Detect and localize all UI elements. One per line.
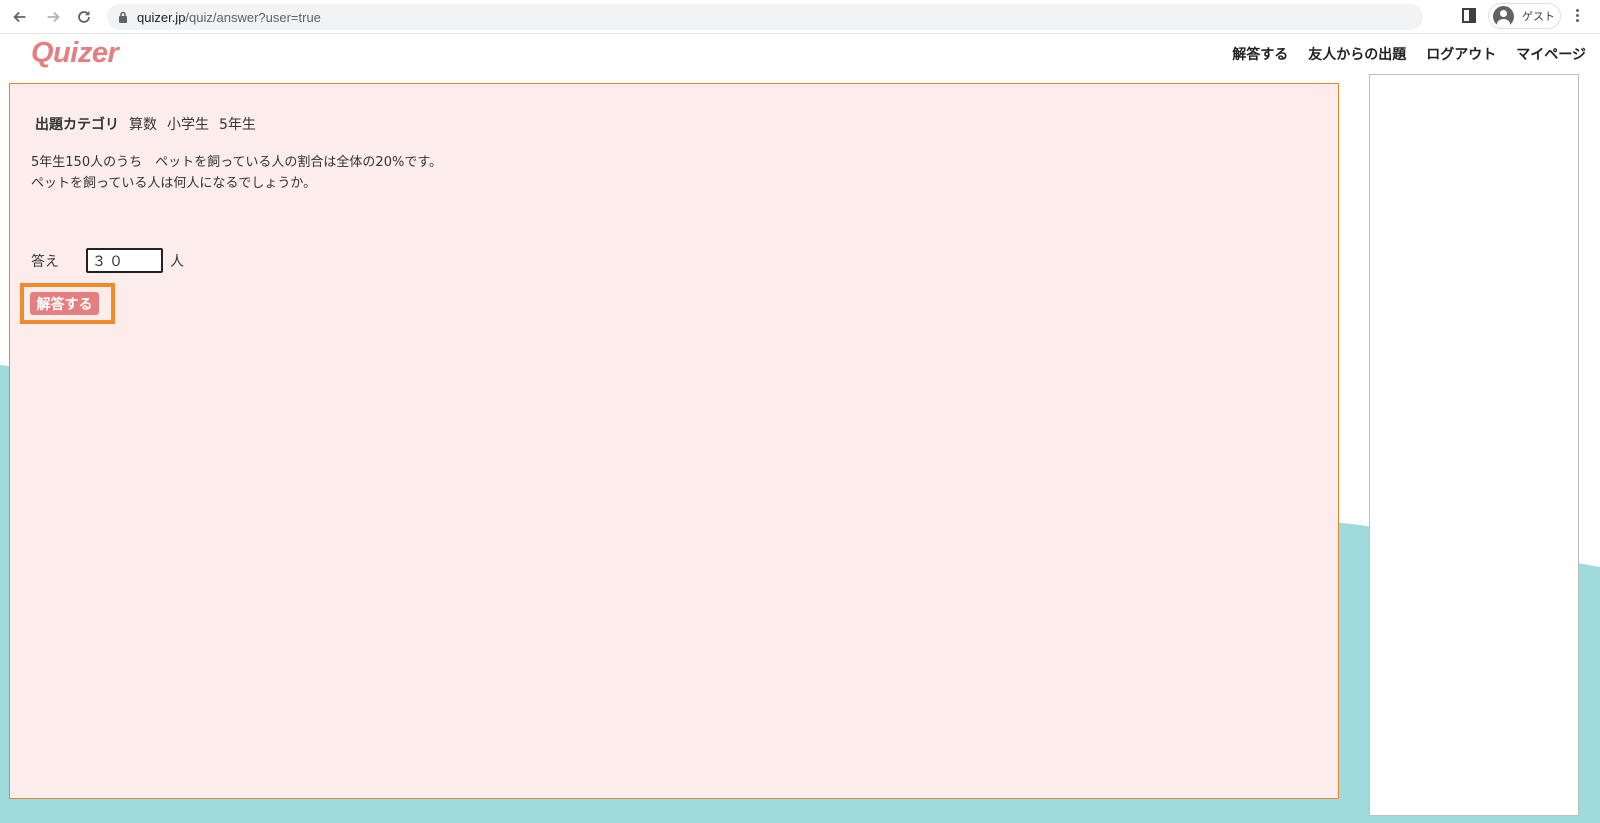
more-menu-icon[interactable] — [1576, 8, 1580, 24]
nav-answer[interactable]: 解答する — [1232, 44, 1288, 64]
answer-unit: 人 — [170, 253, 184, 270]
answer-label: 答え — [31, 253, 59, 270]
side-panel-icon[interactable] — [1462, 8, 1476, 24]
category-level: 小学生 — [167, 117, 209, 133]
answer-row: 答え 人 — [31, 248, 184, 273]
nav-mypage[interactable]: マイページ — [1516, 44, 1586, 64]
nav-friend-quiz[interactable]: 友人からの出題 — [1308, 44, 1406, 64]
profile-button[interactable]: ゲスト — [1488, 3, 1561, 29]
site-logo[interactable]: Quizer — [31, 37, 119, 70]
address-bar[interactable]: quizer.jp/quiz/answer?user=true — [107, 4, 1423, 30]
reload-icon[interactable] — [74, 7, 94, 27]
category-grade: 5年生 — [219, 117, 256, 133]
url-host: quizer.jp — [137, 9, 186, 25]
top-nav: 解答する 友人からの出題 ログアウト マイページ — [1232, 44, 1586, 64]
answer-input[interactable] — [86, 248, 163, 273]
category-label: 出題カテゴリ — [35, 117, 119, 133]
submit-answer-button[interactable]: 解答する — [30, 292, 99, 315]
question-line-2: ペットを飼っている人は何人になるでしょうか。 — [31, 176, 317, 191]
question-line-1: 5年生150人のうち ペットを飼っている人の割合は全体の20%です。 — [31, 155, 443, 170]
back-icon[interactable] — [10, 7, 30, 27]
question-text: 5年生150人のうち ペットを飼っている人の割合は全体の20%です。 ペットを飼… — [31, 152, 442, 194]
lock-icon — [118, 11, 128, 23]
browser-toolbar: quizer.jp/quiz/answer?user=true ゲスト — [0, 0, 1600, 34]
forward-icon[interactable] — [43, 7, 63, 27]
sidebar-ad-panel — [1369, 74, 1579, 816]
quiz-panel: 出題カテゴリ 算数 小学生 5年生 5年生150人のうち ペットを飼っている人の… — [9, 83, 1339, 799]
url-path: /quiz/answer?user=true — [185, 9, 321, 25]
page: Quizer 解答する 友人からの出題 ログアウト マイページ 出題カテゴリ 算… — [0, 35, 1600, 823]
profile-avatar-icon — [1493, 5, 1514, 27]
category-subject: 算数 — [129, 117, 157, 133]
nav-logout[interactable]: ログアウト — [1426, 44, 1496, 64]
category-row: 出題カテゴリ 算数 小学生 5年生 — [35, 114, 256, 134]
profile-label: ゲスト — [1522, 10, 1555, 23]
